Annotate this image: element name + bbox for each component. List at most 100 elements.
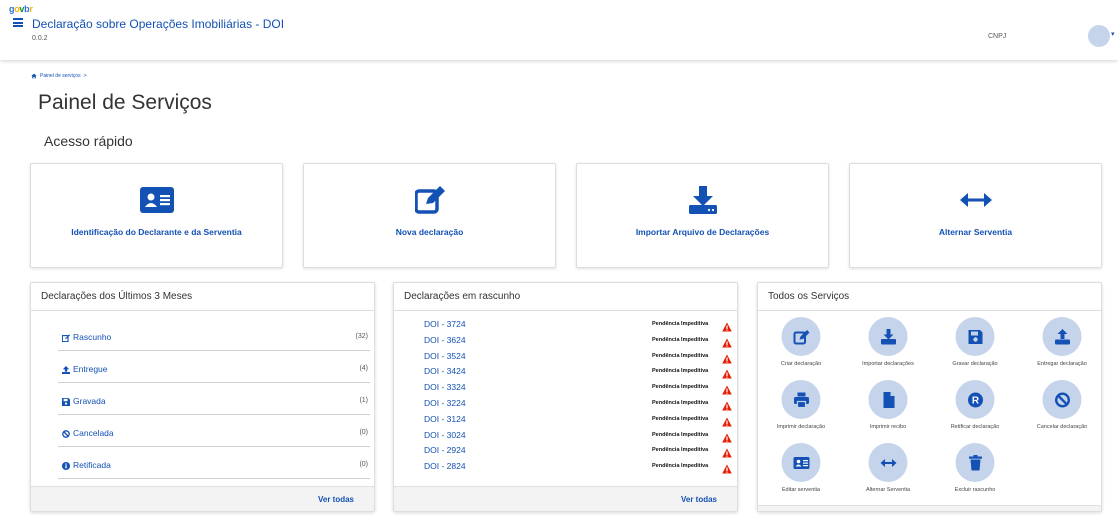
warning-icon [722, 398, 732, 411]
warning-icon [722, 335, 732, 348]
avatar[interactable] [1088, 25, 1110, 47]
list-item-rascunho[interactable]: Rascunho (32) [58, 319, 370, 351]
page-title: Painel de Serviços [38, 91, 212, 114]
list-item-label: Rascunho [73, 332, 112, 342]
panel-footer: Ver todas [31, 486, 374, 511]
list-item-count: (4) [359, 365, 368, 372]
service-item[interactable]: Editar serventia [758, 443, 844, 501]
list-item-entregue[interactable]: Entregue (4) [58, 351, 370, 383]
print-icon[interactable] [781, 380, 821, 419]
ban-icon[interactable] [1042, 380, 1082, 419]
info-circle-icon [62, 462, 70, 470]
service-item[interactable]: Entregar declaração [1019, 317, 1105, 375]
list-item-count: (32) [355, 333, 368, 340]
draft-link[interactable]: DOI - 3624 [424, 335, 466, 345]
service-label: Excluir rascunho [954, 487, 996, 493]
id-card-icon [139, 186, 174, 214]
status-badge: Pendência Impeditiva [652, 336, 709, 343]
drafts-panel: Declarações em rascunho DOI - 3724 Pendên… [393, 282, 738, 512]
warning-icon [722, 382, 732, 395]
save-icon[interactable] [955, 317, 995, 356]
quick-card-alternar-serventia[interactable]: Alternar Serventia [849, 163, 1102, 268]
table-row: DOI - 3124 Pendência Impeditiva [424, 414, 732, 428]
service-label: Editar serventia [781, 487, 821, 493]
draft-link[interactable]: DOI - 2924 [424, 445, 466, 455]
draft-link[interactable]: DOI - 3524 [424, 351, 466, 361]
list-item-count: (0) [359, 429, 368, 436]
service-label: Imprimir declaração [776, 424, 826, 430]
arrows-horizontal-icon [959, 186, 993, 214]
arrows-horizontal-icon[interactable] [868, 443, 908, 482]
edit-icon [62, 334, 70, 342]
status-badge: Pendência Impeditiva [652, 447, 709, 454]
quick-card-label: Alternar Serventia [938, 227, 1013, 237]
breadcrumb-separator: > [83, 73, 87, 79]
service-item[interactable]: Importar declarações [845, 317, 931, 375]
service-label: Cancelar declaração [1036, 424, 1088, 430]
edit-icon[interactable] [781, 317, 821, 356]
draft-link[interactable]: DOI - 2824 [424, 461, 466, 471]
service-item[interactable]: Imprimir declaração [758, 380, 844, 438]
view-all-link[interactable]: Ver todas [318, 495, 354, 504]
breadcrumb-item[interactable]: Painel de serviços [40, 73, 81, 79]
warning-icon [722, 414, 732, 427]
upload-icon[interactable] [1042, 317, 1082, 356]
list-item-count: (1) [359, 397, 368, 404]
id-card-icon[interactable] [781, 443, 821, 482]
draft-link[interactable]: DOI - 3724 [424, 319, 466, 329]
status-badge: Pendência Impeditiva [652, 431, 709, 438]
panel-footer [758, 505, 1101, 511]
app-title: Declaração sobre Operações Imobiliárias … [32, 17, 285, 31]
service-label: Entregar declaração [1037, 361, 1087, 367]
cnpj-label: CNPJ [988, 33, 1007, 40]
draft-link[interactable]: DOI - 3324 [424, 382, 466, 392]
edit-icon [413, 186, 447, 214]
draft-link[interactable]: DOI - 3124 [424, 414, 466, 424]
draft-link[interactable]: DOI - 3024 [424, 430, 466, 440]
panel-footer: Ver todas [394, 486, 737, 511]
status-badge: Pendência Impeditiva [652, 321, 709, 327]
service-item[interactable]: Excluir rascunho [932, 443, 1018, 501]
draft-link[interactable]: DOI - 3224 [424, 398, 466, 408]
trash-icon[interactable] [955, 443, 995, 482]
view-all-link[interactable]: Ver todas [681, 495, 717, 504]
service-item[interactable]: R Retificar declaração [932, 380, 1018, 438]
r-circle-icon[interactable]: R [955, 380, 995, 419]
service-label: Imprimir recibo [869, 424, 907, 430]
list-item-retificada[interactable]: Retificada (0) [58, 447, 370, 479]
warning-icon [722, 430, 732, 443]
warning-icon [722, 445, 732, 458]
home-icon[interactable] [31, 73, 37, 79]
recent-declarations-panel: Declarações dos Últimos 3 Meses Rascunho… [30, 282, 375, 512]
download-icon [686, 186, 720, 214]
chevron-down-icon[interactable]: ▾ [1111, 30, 1115, 38]
quick-card-label: Importar Arquivo de Declarações [635, 227, 770, 237]
download-icon[interactable] [868, 317, 908, 356]
hamburger-menu-icon[interactable] [13, 18, 23, 27]
service-item[interactable]: Criar declaração [758, 317, 844, 375]
quick-card-nova-declaracao[interactable]: Nova declaração [303, 163, 556, 268]
service-item[interactable]: Gravar declaração [932, 317, 1018, 375]
list-item-cancelada[interactable]: Cancelada (0) [58, 415, 370, 447]
service-item[interactable]: Alternar Serventia [845, 443, 931, 501]
status-badge: Pendência Impeditiva [652, 415, 709, 422]
table-row: DOI - 3024 Pendência Impeditiva [424, 430, 732, 444]
warning-icon [722, 366, 732, 379]
quick-card-identificacao[interactable]: Identificação do Declarante e da Servent… [30, 163, 283, 268]
service-item[interactable]: Imprimir recibo [845, 380, 931, 438]
upload-icon [62, 366, 70, 374]
quick-card-label: Nova declaração [395, 227, 464, 237]
service-label: Alternar Serventia [865, 487, 911, 493]
quick-card-label: Identificação do Declarante e da Servent… [71, 227, 242, 237]
list-item-label: Cancelada [73, 428, 114, 438]
warning-icon [722, 351, 732, 364]
quick-card-importar[interactable]: Importar Arquivo de Declarações [576, 163, 829, 268]
draft-link[interactable]: DOI - 3424 [424, 366, 466, 376]
service-item[interactable]: Cancelar declaração [1019, 380, 1105, 438]
service-label: Criar declaração [780, 361, 822, 367]
table-row: DOI - 2924 Pendência Impeditiva [424, 445, 732, 459]
file-icon[interactable] [868, 380, 908, 419]
govbr-logo: govbr [9, 4, 33, 14]
list-item-gravada[interactable]: Gravada (1) [58, 383, 370, 415]
save-icon [62, 398, 70, 406]
